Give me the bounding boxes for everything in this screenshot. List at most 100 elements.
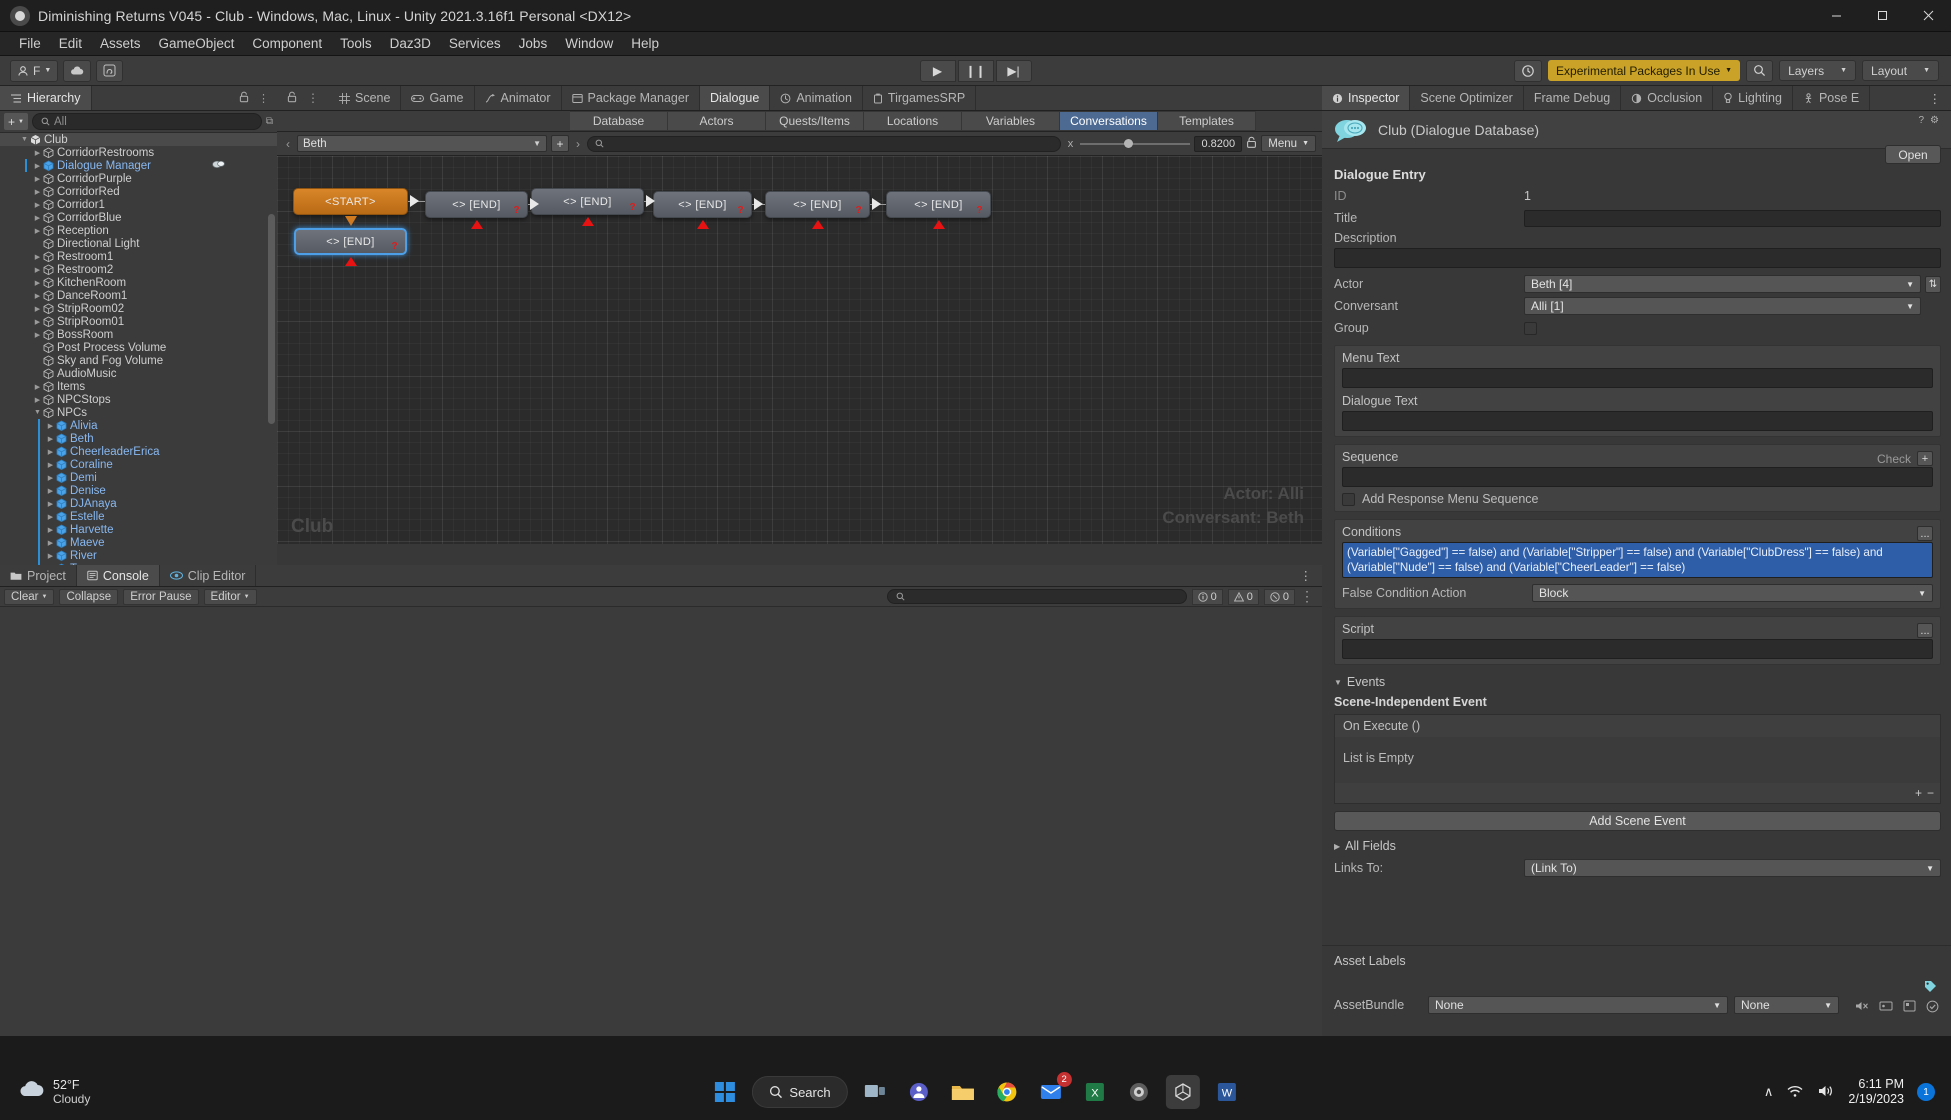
hierarchy-item-harvette[interactable]: ▶ Harvette bbox=[0, 523, 277, 536]
menu-edit[interactable]: Edit bbox=[50, 34, 91, 53]
menu-assets[interactable]: Assets bbox=[91, 34, 150, 53]
console-clear-button[interactable]: Clear ▼ bbox=[4, 588, 55, 605]
console-collapse-button[interactable]: Collapse bbox=[59, 588, 119, 605]
triangle-right-icon[interactable]: ▶ bbox=[33, 162, 42, 170]
tab-hierarchy[interactable]: Hierarchy bbox=[0, 86, 92, 110]
excel-icon[interactable]: X bbox=[1078, 1075, 1112, 1109]
add-conversation-button[interactable]: + bbox=[551, 135, 569, 152]
layout-dropdown[interactable]: Layout ▼ bbox=[1862, 60, 1939, 81]
hierarchy-item-npcstops[interactable]: ▶ NPCStops bbox=[0, 393, 277, 406]
hierarchy-item-reception[interactable]: ▶ Reception bbox=[0, 224, 277, 237]
hierarchy-item-corridorred[interactable]: ▶ CorridorRed bbox=[0, 185, 277, 198]
tray-chevron-icon[interactable]: ∧ bbox=[1764, 1084, 1774, 1100]
hierarchy-item-post-process-volume[interactable]: Post Process Volume bbox=[0, 341, 277, 354]
play-button[interactable]: ▶ bbox=[919, 59, 956, 82]
group-checkbox[interactable] bbox=[1524, 321, 1537, 335]
hierarchy-search-input[interactable]: All bbox=[31, 113, 262, 130]
node-start[interactable]: <START> bbox=[293, 188, 408, 215]
sequence-add-button[interactable]: + bbox=[1917, 451, 1933, 466]
hierarchy-item-alivia[interactable]: ▶ Alivia bbox=[0, 419, 277, 432]
hierarchy-item-coraline[interactable]: ▶ Coraline bbox=[0, 458, 277, 471]
node-dialogue-entry[interactable]: <> [END]? bbox=[294, 228, 407, 255]
open-button[interactable]: Open bbox=[1885, 145, 1941, 164]
triangle-down-icon[interactable]: ▼ bbox=[20, 136, 29, 143]
conversation-dropdown[interactable]: Beth ▼ bbox=[297, 135, 547, 152]
hierarchy-item-corridorrestrooms[interactable]: ▶ CorridorRestrooms bbox=[0, 146, 277, 159]
triangle-right-icon[interactable]: ▶ bbox=[33, 318, 42, 326]
step-button[interactable]: ▶| bbox=[995, 59, 1032, 82]
hierarchy-item-bossroom[interactable]: ▶ BossRoom bbox=[0, 328, 277, 341]
console-menu-icon[interactable]: ⋮ bbox=[1300, 588, 1318, 605]
tag-icon[interactable] bbox=[1924, 980, 1937, 996]
tab-package-manager[interactable]: Package Manager bbox=[561, 86, 700, 110]
chrome-icon[interactable] bbox=[990, 1075, 1024, 1109]
pause-button[interactable]: ❙❙ bbox=[957, 59, 994, 82]
next-conversation-icon[interactable]: › bbox=[573, 137, 583, 151]
menu-daz3d[interactable]: Daz3D bbox=[381, 34, 440, 53]
hierarchy-item-audiomusic[interactable]: AudioMusic bbox=[0, 367, 277, 380]
subtab-actors[interactable]: Actors bbox=[668, 111, 766, 131]
hierarchy-item-river[interactable]: ▶ River bbox=[0, 549, 277, 562]
hierarchy-item-dialogue-manager[interactable]: ▶ Dialogue Manager bbox=[0, 159, 277, 172]
hierarchy-item-cheerleadererica[interactable]: ▶ CheerleaderErica bbox=[0, 445, 277, 458]
blender-icon[interactable] bbox=[1122, 1075, 1156, 1109]
assetbundle-variant-dropdown[interactable]: None ▼ bbox=[1734, 996, 1839, 1014]
taskview-icon[interactable] bbox=[858, 1075, 892, 1109]
flag-icon[interactable] bbox=[1903, 1000, 1916, 1016]
console-editor-dropdown[interactable]: Editor ▼ bbox=[203, 588, 257, 605]
collab-button[interactable] bbox=[96, 59, 124, 82]
hierarchy-item-striproom02[interactable]: ▶ StripRoom02 bbox=[0, 302, 277, 315]
triangle-right-icon[interactable]: ▶ bbox=[33, 149, 42, 157]
hierarchy-item-items[interactable]: ▶ Items bbox=[0, 380, 277, 393]
node-dialogue-entry[interactable]: <> [END]? bbox=[765, 191, 870, 218]
check-circle-icon[interactable] bbox=[1926, 1000, 1939, 1016]
tab-scene[interactable]: Scene bbox=[329, 86, 402, 110]
experimental-packages-badge[interactable]: Experimental Packages In Use ▼ bbox=[1548, 60, 1741, 81]
tab-frame-debug[interactable]: Frame Debug bbox=[1523, 86, 1622, 110]
script-more-button[interactable]: ... bbox=[1917, 623, 1933, 638]
menu-component[interactable]: Component bbox=[243, 34, 331, 53]
tab-lighting[interactable]: Lighting bbox=[1713, 86, 1793, 110]
subtab-variables[interactable]: Variables bbox=[962, 111, 1060, 131]
triangle-right-icon[interactable]: ▶ bbox=[46, 526, 55, 534]
hierarchy-item-estelle[interactable]: ▶ Estelle bbox=[0, 510, 277, 523]
tab-scene-optimizer[interactable]: Scene Optimizer bbox=[1410, 86, 1524, 110]
triangle-right-icon[interactable]: ▶ bbox=[46, 461, 55, 469]
triangle-right-icon[interactable]: ▶ bbox=[46, 487, 55, 495]
triangle-right-icon[interactable]: ▶ bbox=[46, 500, 55, 508]
links-to-dropdown[interactable]: (Link To) ▼ bbox=[1524, 859, 1941, 877]
windows-start-button[interactable] bbox=[707, 1075, 741, 1109]
triangle-right-icon[interactable]: ▶ bbox=[33, 201, 42, 209]
tab-occlusion[interactable]: Occlusion bbox=[1621, 86, 1714, 110]
hierarchy-item-sky-and-fog-volume[interactable]: Sky and Fog Volume bbox=[0, 354, 277, 367]
triangle-right-icon[interactable]: ▶ bbox=[33, 383, 42, 391]
inspector-menu-icon[interactable]: ⋮ bbox=[1918, 86, 1951, 110]
hierarchy-item-corridorblue[interactable]: ▶ CorridorBlue bbox=[0, 211, 277, 224]
minimize-button[interactable] bbox=[1813, 0, 1859, 32]
menu-jobs[interactable]: Jobs bbox=[510, 34, 557, 53]
node-dialogue-entry[interactable]: <> [END]? bbox=[531, 188, 644, 215]
hierarchy-tree[interactable]: ▼ Club ▶ CorridorRestrooms ▶ Dialogue Manager… bbox=[0, 133, 277, 568]
event-remove-button[interactable]: − bbox=[1927, 786, 1934, 800]
tab-tirgamessrp[interactable]: TirgamesSRP bbox=[862, 86, 977, 110]
weather-widget[interactable]: 52°F Cloudy bbox=[18, 1078, 90, 1106]
panel-lock-icon[interactable] bbox=[287, 91, 297, 106]
hierarchy-item-maeve[interactable]: ▶ Maeve bbox=[0, 536, 277, 549]
maximize-button[interactable] bbox=[1859, 0, 1905, 32]
menu-services[interactable]: Services bbox=[440, 34, 510, 53]
assetbundle-dropdown[interactable]: None ▼ bbox=[1428, 996, 1728, 1014]
hierarchy-item-beth[interactable]: ▶ Beth bbox=[0, 432, 277, 445]
add-scene-event-button[interactable]: Add Scene Event bbox=[1334, 811, 1941, 831]
triangle-right-icon[interactable]: ▶ bbox=[33, 188, 42, 196]
menu-file[interactable]: File bbox=[10, 34, 50, 53]
close-button[interactable] bbox=[1905, 0, 1951, 32]
triangle-right-icon[interactable]: ▶ bbox=[46, 435, 55, 443]
taskbar-clock[interactable]: 6:11 PM 2/19/2023 bbox=[1848, 1077, 1904, 1107]
tab-dialogue[interactable]: Dialogue bbox=[699, 86, 771, 110]
teams-icon[interactable] bbox=[902, 1075, 936, 1109]
hierarchy-scrollbar[interactable] bbox=[268, 214, 275, 424]
hierarchy-item-restroom2[interactable]: ▶ Restroom2 bbox=[0, 263, 277, 276]
subtab-conversations[interactable]: Conversations bbox=[1060, 111, 1158, 131]
conditions-input[interactable]: (Variable["Gagged"] == false) and (Varia… bbox=[1342, 542, 1933, 578]
wifi-icon[interactable] bbox=[1786, 1084, 1804, 1101]
